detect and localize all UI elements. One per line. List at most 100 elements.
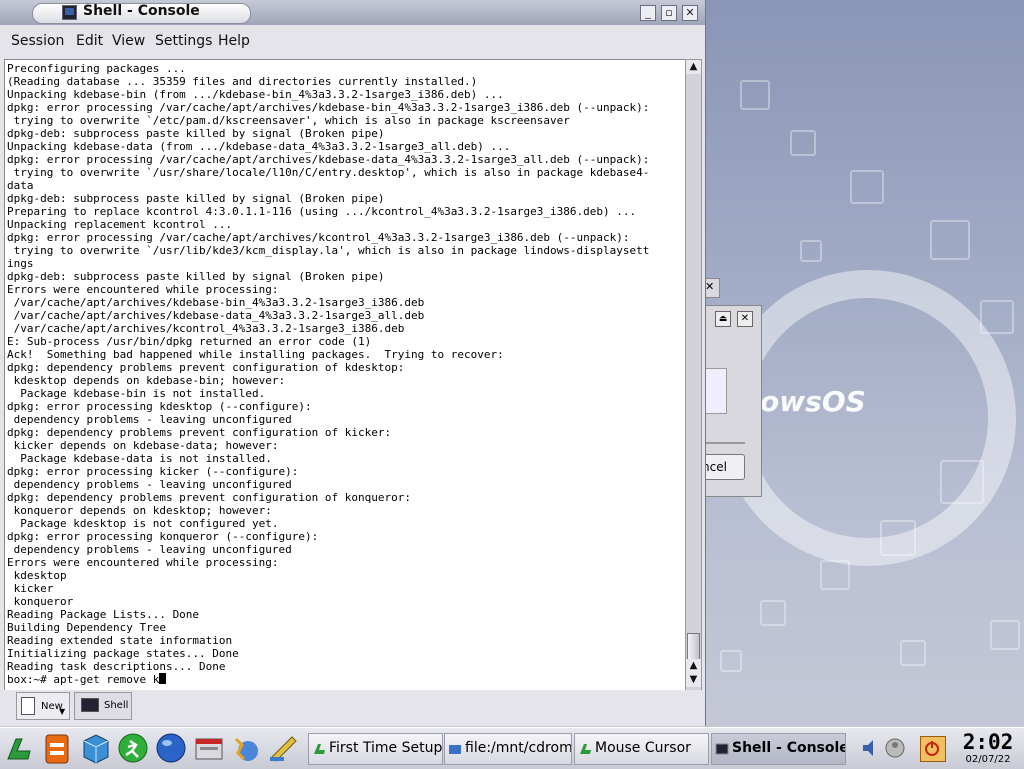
running-man-icon[interactable]: [116, 731, 150, 765]
terminal-line: trying to overwrite `/etc/pam.d/kscreens…: [7, 114, 570, 127]
terminal-line: ings: [7, 257, 34, 270]
bg-square: [820, 560, 850, 590]
menu-edit[interactable]: Edit: [76, 33, 103, 49]
session-tab-bar: New ▼ Shell: [0, 690, 705, 724]
terminal-line: Reading task descriptions... Done: [7, 660, 226, 673]
terminal-icon: [715, 742, 729, 756]
terminal-line: Unpacking replacement kcontrol ...: [7, 218, 233, 231]
task-shell-console[interactable]: Shell - Console: [711, 733, 846, 765]
tab-shell[interactable]: Shell: [74, 692, 132, 720]
terminal-line: E: Sub-process /usr/bin/dpkg returned an…: [7, 335, 372, 348]
terminal-icon: [62, 5, 77, 20]
task-label: First Time Setup: [329, 740, 443, 756]
click-n-run-icon[interactable]: [40, 731, 74, 765]
terminal-line: dependency problems - leaving unconfigur…: [7, 413, 292, 426]
terminal-line: dpkg: error processing /var/cache/apt/ar…: [7, 153, 650, 166]
setup-icon: [312, 742, 326, 756]
terminal-line: dependency problems - leaving unconfigur…: [7, 478, 292, 491]
console-window: Shell - Console _ ▫ ✕ Session Edit View …: [0, 0, 706, 726]
task-file-manager[interactable]: file:/mnt/cdrom1: [444, 733, 572, 765]
terminal-line: Preparing to replace kcontrol 4:3.0.1.1-…: [7, 205, 637, 218]
bg-square: [740, 80, 770, 110]
chevron-down-icon[interactable]: ▼: [59, 707, 65, 716]
terminal-line: dpkg: dependency problems prevent config…: [7, 491, 411, 504]
terminal-line: trying to overwrite `/usr/share/locale/l…: [7, 166, 650, 179]
volume-icon[interactable]: [860, 736, 880, 760]
terminal-line: Building Dependency Tree: [7, 621, 166, 634]
menu-settings[interactable]: Settings: [155, 33, 212, 49]
close-icon[interactable]: ✕: [737, 311, 753, 327]
terminal-line: dpkg-deb: subprocess paste killed by sig…: [7, 127, 385, 140]
run-icon[interactable]: [228, 731, 262, 765]
shade-icon[interactable]: ⏏: [715, 311, 731, 327]
terminal-line: dpkg-deb: subprocess paste killed by sig…: [7, 270, 385, 283]
terminal-line: Initializing package states... Done: [7, 647, 239, 660]
terminal-prompt[interactable]: box:~# apt-get remove k: [7, 673, 159, 686]
terminal-line: dpkg: error processing kicker (--configu…: [7, 465, 299, 478]
terminal-icon: [81, 698, 99, 712]
menu-help[interactable]: Help: [218, 33, 250, 49]
terminal-text: Preconfiguring packages ... (Reading dat…: [7, 62, 649, 686]
new-session-button[interactable]: New ▼: [16, 692, 70, 720]
task-first-time-setup[interactable]: First Time Setup: [308, 733, 443, 765]
terminal-line: Unpacking kdebase-bin (from .../kdebase-…: [7, 88, 504, 101]
divider: [701, 442, 745, 444]
terminal-line: dpkg-deb: subprocess paste killed by sig…: [7, 192, 385, 205]
menu-session[interactable]: Session: [11, 33, 64, 49]
terminal-line: dpkg: error processing kdesktop (--confi…: [7, 400, 312, 413]
scroll-up-arrow-icon[interactable]: ▲: [686, 60, 701, 74]
terminal-line: dpkg: dependency problems prevent config…: [7, 361, 405, 374]
terminal-line: Reading extended state information: [7, 634, 233, 647]
close-button[interactable]: ✕: [682, 5, 698, 21]
clock[interactable]: 2:02 02/07/22: [955, 730, 1021, 768]
bg-square: [790, 130, 816, 156]
taskbar: First Time Setup file:/mnt/cdrom1 Mouse …: [0, 727, 1024, 769]
background-dialog-field: [705, 368, 727, 414]
start-menu-icon[interactable]: [2, 731, 36, 765]
terminal-line: Package kdebase-data is not installed.: [7, 452, 272, 465]
background-dialog: ⏏ ✕ ncel: [700, 305, 762, 497]
terminal-line: data: [7, 179, 34, 192]
terminal-line: /var/cache/apt/archives/kdebase-bin_4%3a…: [7, 296, 425, 309]
minimize-button[interactable]: _: [640, 5, 656, 21]
terminal-line: dpkg: error processing /var/cache/apt/ar…: [7, 231, 630, 244]
bg-square: [980, 300, 1014, 334]
power-icon[interactable]: [920, 736, 946, 762]
cancel-button[interactable]: ncel: [701, 454, 745, 480]
task-mouse-cursor[interactable]: Mouse Cursor: [574, 733, 709, 765]
terminal-line: konqueror depends on kdesktop; however:: [7, 504, 272, 517]
vertical-scrollbar[interactable]: ▲ ▲ ▼: [685, 59, 702, 691]
terminal-line: kicker depends on kdebase-data; however:: [7, 439, 279, 452]
web-browser-icon[interactable]: [154, 731, 188, 765]
task-label: Shell - Console: [732, 740, 846, 756]
terminal-output[interactable]: Preconfiguring packages ... (Reading dat…: [4, 59, 686, 691]
clock-time: 2:02: [962, 730, 1014, 754]
terminal-line: Errors were encountered while processing…: [7, 556, 279, 569]
menu-view[interactable]: View: [112, 33, 145, 49]
folder-icon: [448, 742, 462, 756]
terminal-line: Unpacking kdebase-data (from .../kdebase…: [7, 140, 511, 153]
title-bar[interactable]: Shell - Console _ ▫ ✕: [0, 0, 705, 25]
file-manager-icon[interactable]: [192, 731, 226, 765]
bg-square: [850, 170, 884, 204]
bg-square: [880, 520, 916, 556]
bg-square: [940, 460, 984, 504]
bg-square: [930, 220, 970, 260]
menu-bar: Session Edit View Settings Help: [0, 26, 705, 57]
my-computer-icon[interactable]: [78, 731, 112, 765]
terminal-line: dependency problems - leaving unconfigur…: [7, 543, 292, 556]
maximize-button[interactable]: ▫: [661, 5, 677, 21]
terminal-line: Preconfiguring packages ...: [7, 62, 186, 75]
scroll-thumb[interactable]: [687, 633, 700, 661]
user-icon[interactable]: [884, 736, 906, 760]
os-logo-ring: [720, 270, 1016, 566]
paint-icon[interactable]: [266, 731, 300, 765]
terminal-line: dpkg: error processing konqueror (--conf…: [7, 530, 319, 543]
text-cursor: [159, 673, 167, 684]
bg-square: [720, 650, 742, 672]
close-icon: ✕: [705, 280, 715, 293]
scroll-up-arrow-icon[interactable]: ▲: [686, 659, 701, 673]
scroll-down-arrow-icon[interactable]: ▼: [686, 673, 701, 687]
terminal-line: /var/cache/apt/archives/kcontrol_4%3a3.3…: [7, 322, 405, 335]
window-title: Shell - Console: [83, 3, 200, 19]
